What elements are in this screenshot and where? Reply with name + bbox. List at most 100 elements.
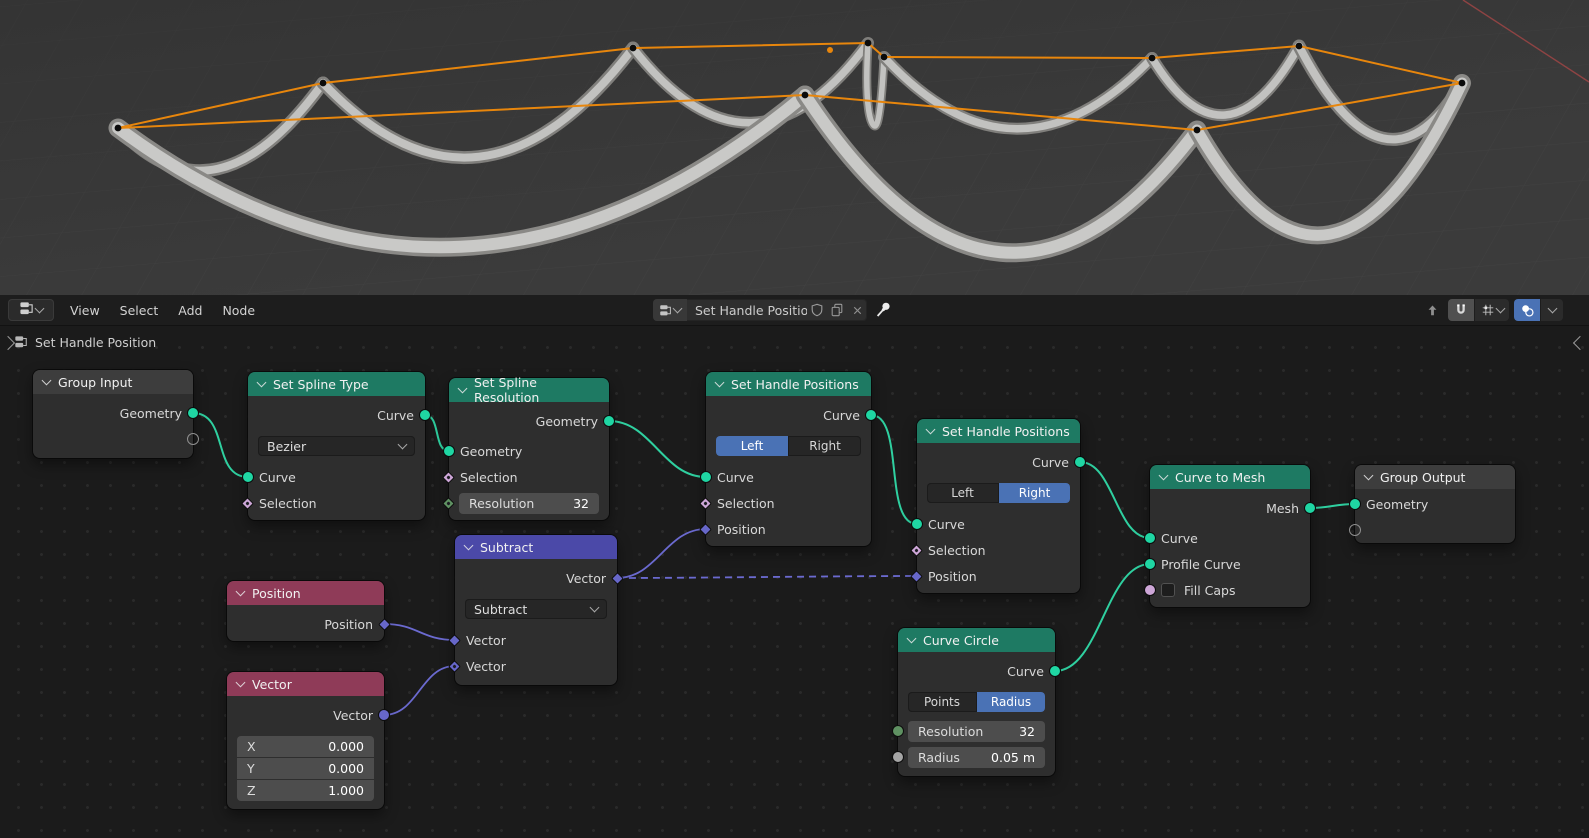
collapse-chevron-icon[interactable] — [1364, 471, 1374, 481]
collapse-chevron-icon[interactable] — [926, 425, 936, 435]
collapse-chevron-icon[interactable] — [236, 678, 246, 688]
snap-mode-dropdown[interactable] — [1475, 299, 1509, 321]
node-set-spline-resolution[interactable]: Set Spline Resolution Geometry Geometry … — [449, 378, 609, 520]
node-tree-browse-button[interactable] — [653, 299, 687, 321]
operation-dropdown[interactable]: Subtract — [465, 599, 607, 619]
output-socket-curve[interactable] — [1049, 665, 1061, 677]
fake-user-shield-icon[interactable] — [807, 299, 827, 321]
input-socket-profile-curve[interactable] — [1144, 558, 1156, 570]
node-header[interactable]: Curve to Mesh — [1150, 465, 1310, 489]
node-set-handle-positions-right[interactable]: Set Handle Positions Curve Left Right Cu… — [917, 419, 1080, 593]
collapse-chevron-icon[interactable] — [42, 376, 52, 386]
node-header[interactable]: Group Input — [33, 370, 193, 394]
node-header[interactable]: Set Handle Positions — [706, 372, 871, 396]
node-header[interactable]: Curve Circle — [898, 628, 1055, 652]
menu-node[interactable]: Node — [220, 300, 257, 321]
origin-point-orange — [827, 47, 833, 53]
input-socket-curve[interactable] — [700, 471, 712, 483]
node-curve-to-mesh[interactable]: Curve to Mesh Mesh Curve Profile Curve F… — [1150, 465, 1310, 607]
node-position[interactable]: Position Position — [227, 581, 384, 641]
chevron-down-icon — [673, 304, 683, 314]
node-header[interactable]: Group Output — [1355, 465, 1515, 489]
socket-label: Geometry — [460, 444, 522, 459]
node-set-spline-type[interactable]: Set Spline Type Curve Bezier Curve Selec… — [248, 372, 425, 520]
spline-type-dropdown[interactable]: Bezier — [258, 436, 415, 456]
input-socket-virtual[interactable] — [1349, 524, 1361, 536]
pin-icon[interactable] — [874, 300, 894, 320]
output-socket-vector[interactable] — [378, 709, 390, 721]
breadcrumb-tree-name: Set Handle Position — [35, 335, 156, 350]
collapse-chevron-icon[interactable] — [907, 634, 917, 644]
node-header[interactable]: Set Handle Positions — [917, 419, 1080, 443]
collapse-chevron-icon[interactable] — [464, 541, 474, 551]
node-header[interactable]: Subtract — [455, 535, 617, 559]
node-subtract[interactable]: Subtract Vector Subtract Vector Vector — [455, 535, 617, 685]
radius-field[interactable]: Radius 0.05 m — [908, 747, 1045, 768]
node-set-handle-positions-left[interactable]: Set Handle Positions Curve Left Right Cu… — [706, 372, 871, 546]
snap-magnet-toggle[interactable] — [1448, 299, 1474, 321]
node-tree-selector[interactable]: Set Handle Position — [653, 299, 867, 321]
editor-type-selector[interactable] — [8, 299, 54, 321]
node-title: Set Handle Positions — [942, 424, 1070, 439]
input-socket-geometry[interactable] — [1349, 498, 1361, 510]
node-group-input[interactable]: Group Input Geometry — [33, 370, 193, 458]
socket-label: Vector — [333, 708, 373, 723]
z-field[interactable]: Z1.000 — [237, 780, 374, 801]
node-group-output[interactable]: Group Output Geometry — [1355, 465, 1515, 543]
input-socket-curve[interactable] — [911, 518, 923, 530]
node-title: Group Output — [1380, 470, 1465, 485]
unlink-close-icon[interactable] — [847, 299, 867, 321]
socket-label: Curve — [1032, 455, 1069, 470]
output-socket-mesh[interactable] — [1304, 502, 1316, 514]
node-header[interactable]: Set Spline Resolution — [449, 378, 609, 402]
resolution-field[interactable]: Resolution 32 — [908, 721, 1045, 742]
y-field[interactable]: Y0.000 — [237, 758, 374, 779]
segment-right[interactable]: Right — [788, 436, 861, 456]
input-socket-resolution[interactable] — [892, 725, 904, 737]
node-tree-icon — [14, 335, 28, 349]
segment-points[interactable]: Points — [908, 692, 976, 712]
viewport-3d[interactable] — [0, 0, 1589, 295]
duplicate-copy-icon[interactable] — [827, 299, 847, 321]
fill-caps-checkbox[interactable] — [1161, 583, 1175, 597]
node-title: Subtract — [480, 540, 533, 555]
collapse-chevron-icon[interactable] — [1159, 471, 1169, 481]
input-socket-geometry[interactable] — [443, 445, 455, 457]
node-header[interactable]: Set Spline Type — [248, 372, 425, 396]
x-field[interactable]: X0.000 — [237, 736, 374, 757]
magnet-icon — [1454, 303, 1468, 317]
segment-radius[interactable]: Radius — [976, 692, 1045, 712]
input-socket-fill-caps[interactable] — [1144, 584, 1156, 596]
parent-up-arrow-icon — [1425, 303, 1440, 318]
output-socket-curve[interactable] — [865, 409, 877, 421]
collapse-chevron-icon[interactable] — [715, 378, 725, 388]
menu-select[interactable]: Select — [118, 300, 161, 321]
collapse-chevron-icon[interactable] — [236, 587, 246, 597]
collapse-chevron-icon[interactable] — [458, 384, 468, 394]
node-curve-circle[interactable]: Curve Circle Curve Points Radius Resolut… — [898, 628, 1055, 776]
node-header[interactable]: Vector — [227, 672, 384, 696]
overlays-dropdown[interactable] — [1541, 299, 1563, 321]
output-socket-geometry[interactable] — [603, 415, 615, 427]
menu-view[interactable]: View — [68, 300, 102, 321]
input-socket-curve[interactable] — [1144, 532, 1156, 544]
node-tree-name-field[interactable]: Set Handle Position — [687, 303, 807, 318]
input-socket-curve[interactable] — [242, 471, 254, 483]
output-socket-curve[interactable] — [1074, 456, 1086, 468]
snap-grid-icon — [1481, 303, 1495, 317]
output-socket-virtual[interactable] — [187, 433, 199, 445]
output-socket-geometry[interactable] — [187, 407, 199, 419]
output-socket-curve[interactable] — [419, 409, 431, 421]
segment-left[interactable]: Left — [716, 436, 788, 456]
node-vector[interactable]: Vector Vector X0.000 Y0.000 Z1.000 — [227, 672, 384, 809]
segment-right[interactable]: Right — [998, 483, 1070, 503]
input-socket-radius[interactable] — [892, 751, 904, 763]
segment-left[interactable]: Left — [927, 483, 998, 503]
go-to-parent-button[interactable] — [1421, 299, 1443, 321]
collapse-chevron-icon[interactable] — [257, 378, 267, 388]
resolution-field[interactable]: Resolution 32 — [459, 493, 599, 514]
socket-label: Selection — [460, 470, 518, 485]
overlays-toggle[interactable] — [1514, 299, 1540, 321]
menu-add[interactable]: Add — [176, 300, 204, 321]
node-header[interactable]: Position — [227, 581, 384, 605]
